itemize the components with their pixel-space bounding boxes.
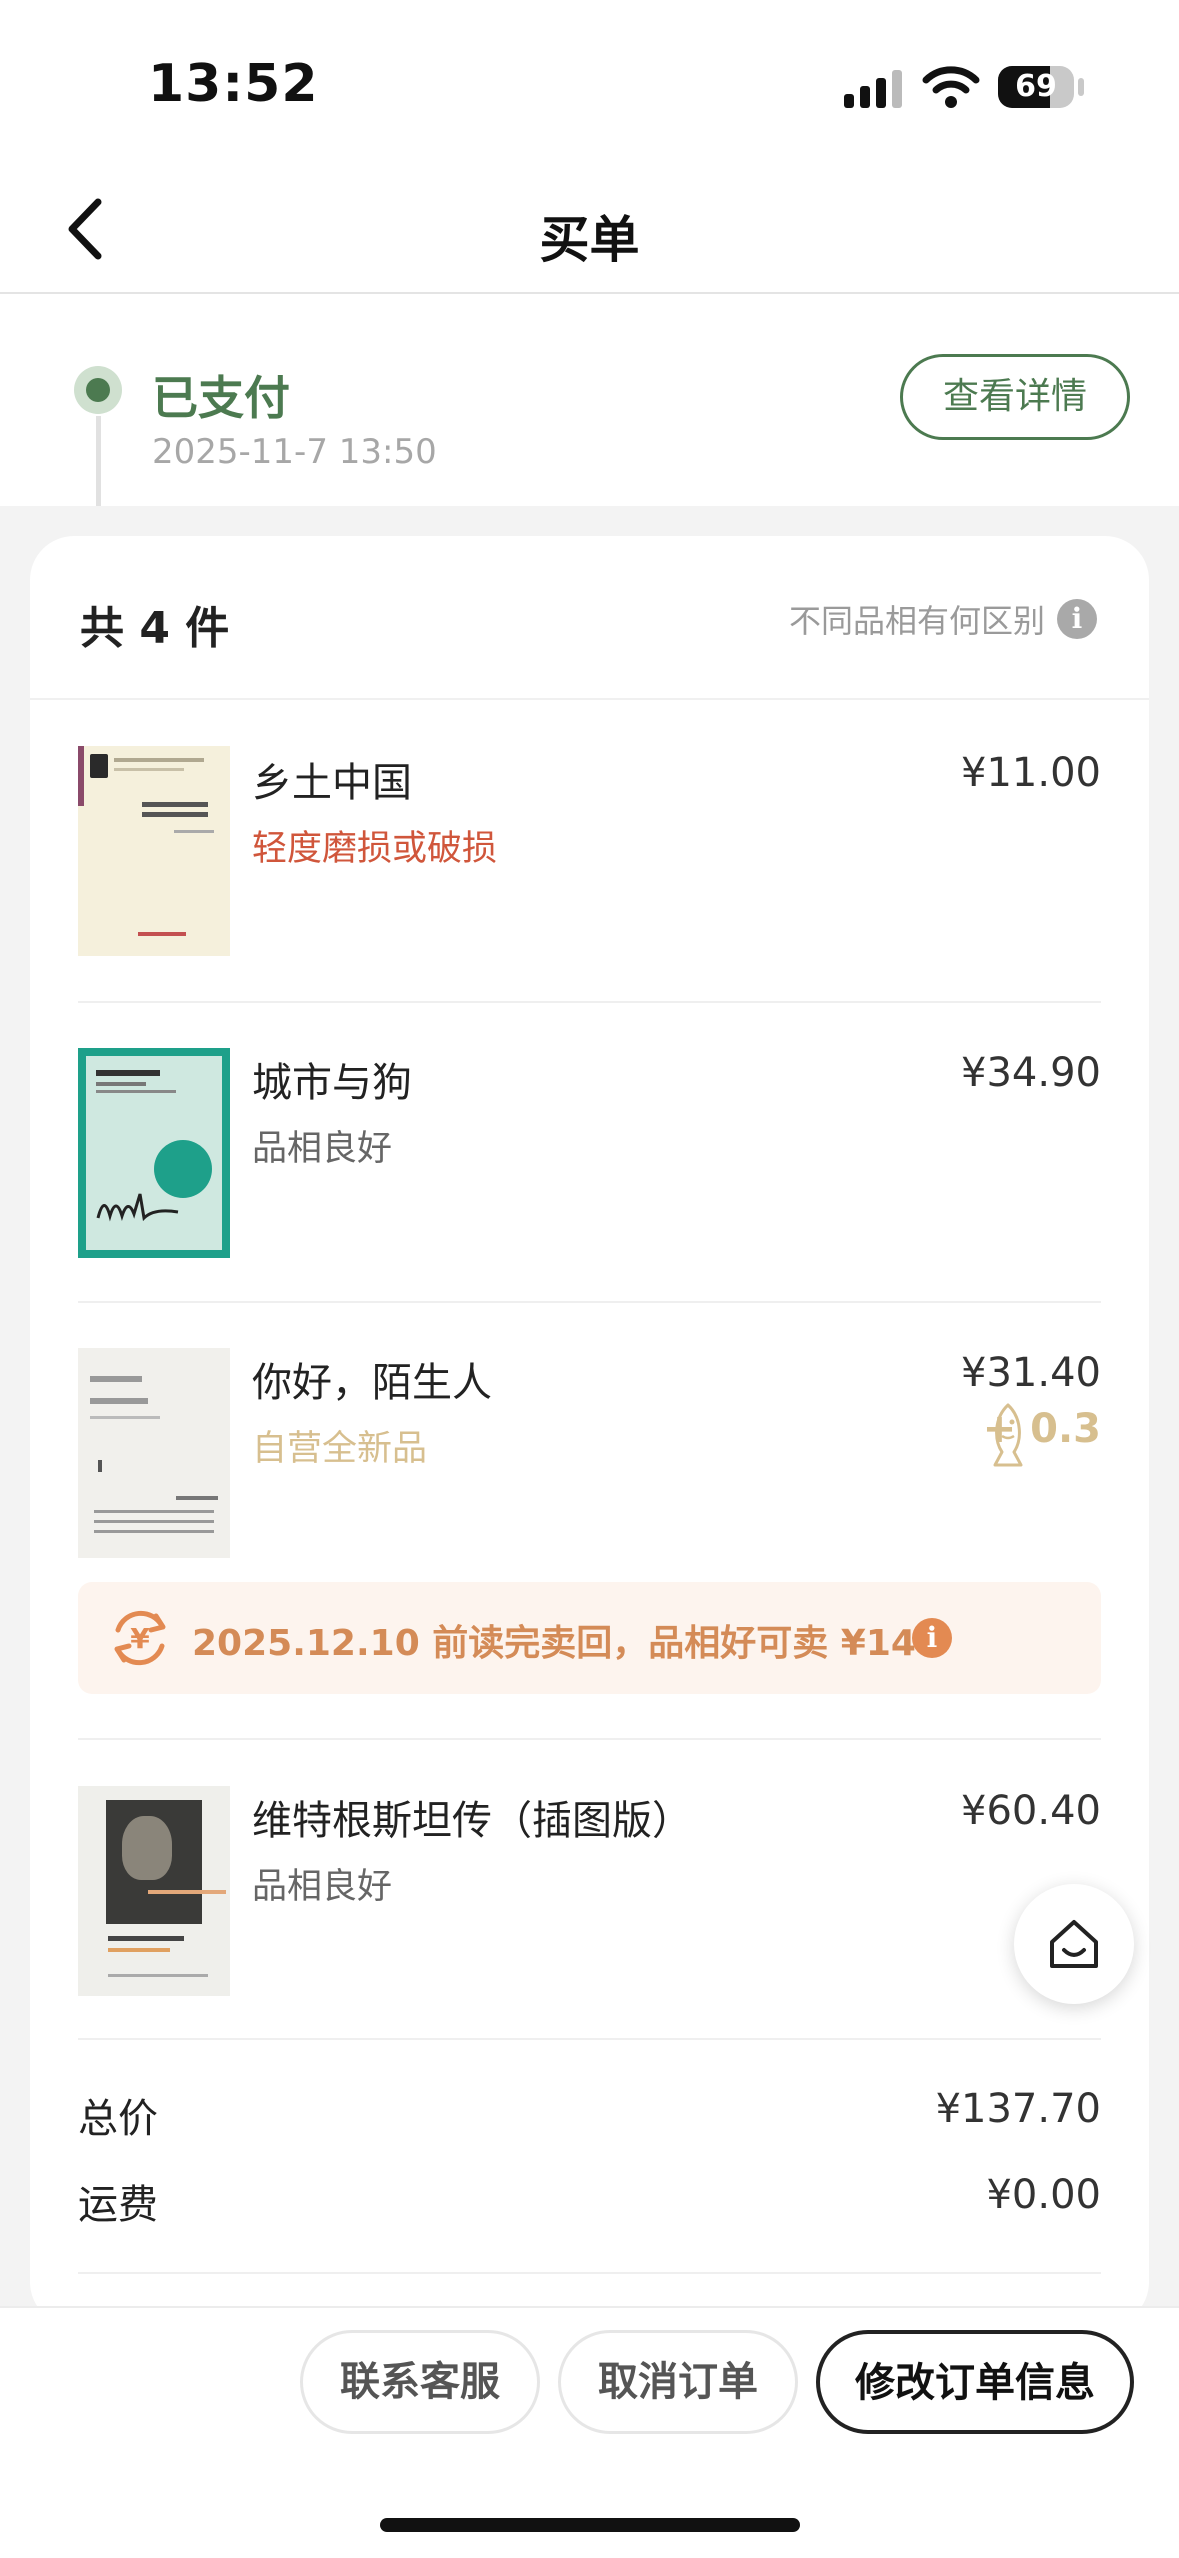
cellular-signal-icon: [844, 70, 902, 108]
bonus-points: + 0.3: [982, 1406, 1101, 1452]
wifi-icon: [922, 66, 980, 108]
contact-support-button[interactable]: 联系客服: [300, 2330, 540, 2434]
divider: [30, 698, 1149, 700]
item-price-3: ¥31.40: [961, 1350, 1101, 1396]
divider: [78, 1738, 1101, 1740]
item-title-3[interactable]: 你好，陌生人: [252, 1350, 492, 1408]
home-indicator: [380, 2518, 800, 2532]
shipping-value: ¥0.00: [986, 2172, 1101, 2218]
battery-tip: [1078, 78, 1084, 96]
book-cover-4[interactable]: [78, 1786, 230, 1996]
view-details-button[interactable]: 查看详情: [900, 354, 1130, 440]
timeline-line: [96, 416, 101, 506]
home-button[interactable]: [1014, 1884, 1134, 2004]
info-icon: i: [1057, 599, 1097, 639]
battery-level: 69: [1015, 69, 1057, 104]
status-dot-inner: [86, 378, 110, 402]
divider: [78, 1301, 1101, 1303]
item-condition-1: 轻度磨损或破损: [252, 829, 498, 869]
book-cover-3[interactable]: [78, 1348, 230, 1558]
order-status-label: 已支付: [152, 371, 290, 425]
total-label: 总价: [78, 2096, 158, 2142]
item-condition-2: 品相良好: [252, 1129, 393, 1169]
nav-bar: 买单: [0, 170, 1179, 294]
item-price-4: ¥60.40: [961, 1788, 1101, 1834]
condition-help-label: 不同品相有何区别: [788, 602, 1045, 640]
item-count: 共 4 件: [80, 603, 230, 654]
bottom-action-bar: 联系客服 取消订单 修改订单信息: [0, 2306, 1179, 2558]
item-condition-4: 品相良好: [252, 1867, 393, 1907]
modify-order-button[interactable]: 修改订单信息: [816, 2330, 1134, 2434]
home-icon: [1050, 1920, 1098, 1968]
status-bar: 13:52 69: [0, 0, 1179, 170]
item-title-2[interactable]: 城市与狗: [252, 1050, 412, 1108]
item-price-1: ¥11.00: [961, 750, 1101, 796]
order-status-time: 2025-11-7 13:50: [152, 432, 437, 472]
book-cover-1[interactable]: [78, 746, 230, 956]
total-value: ¥137.70: [935, 2086, 1101, 2132]
page-title: 买单: [539, 211, 640, 269]
item-price-2: ¥34.90: [961, 1050, 1101, 1096]
item-title-1[interactable]: 乡土中国: [252, 750, 412, 808]
status-time: 13:52: [148, 54, 319, 114]
sellback-banner[interactable]: ¥ 2025.12.10 前读完卖回，品相好可卖 ¥14 i: [78, 1582, 1101, 1694]
order-items-card: 共 4 件 不同品相有何区别 i 乡土中国 轻度磨损或破损 ¥11.00 城市与…: [30, 536, 1149, 2326]
cancel-order-button[interactable]: 取消订单: [558, 2330, 798, 2434]
divider: [78, 2272, 1101, 2274]
condition-help-link[interactable]: 不同品相有何区别 i: [789, 596, 1097, 642]
divider: [78, 2038, 1101, 2040]
battery-icon: 69: [998, 66, 1074, 108]
divider: [78, 1001, 1101, 1003]
sellback-text: 2025.12.10 前读完卖回，品相好可卖 ¥14: [192, 1623, 916, 1664]
shipping-label: 运费: [78, 2182, 158, 2228]
sellback-yuan-icon: ¥: [114, 1610, 166, 1666]
item-title-4[interactable]: 维特根斯坦传（插图版）: [252, 1788, 692, 1846]
svg-text:¥: ¥: [130, 1622, 150, 1655]
book-cover-2[interactable]: [78, 1048, 230, 1258]
order-status: 已支付 2025-11-7 13:50 查看详情: [0, 294, 1179, 506]
item-condition-3: 自营全新品: [252, 1429, 428, 1469]
sellback-info-icon[interactable]: i: [912, 1618, 952, 1658]
